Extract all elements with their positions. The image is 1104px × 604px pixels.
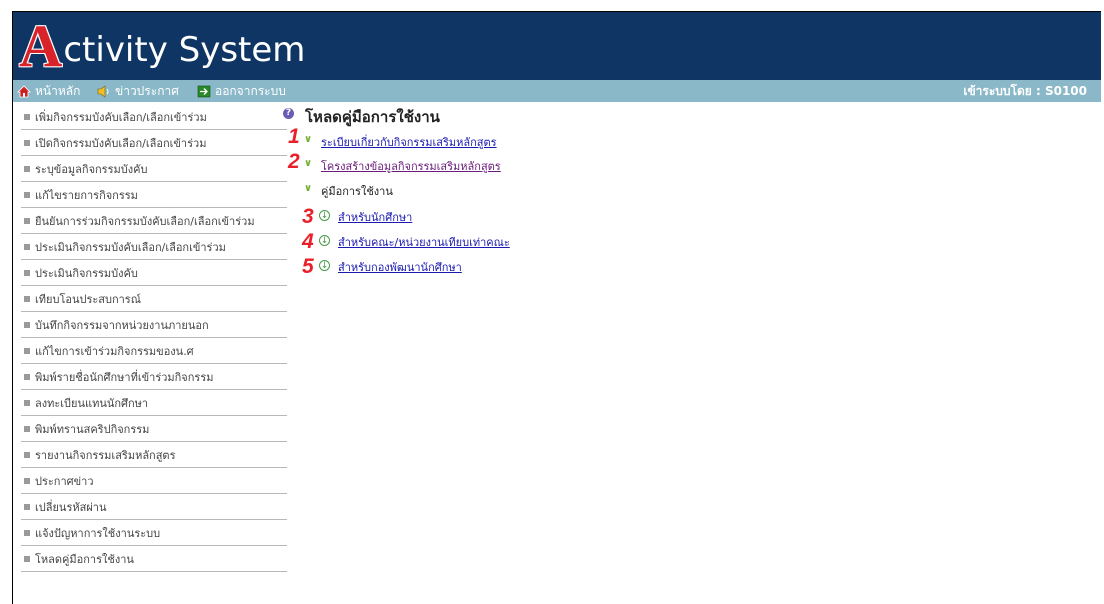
chevron-down-icon: ∨	[304, 183, 313, 194]
bullet-icon	[24, 529, 30, 536]
student-manual-link[interactable]: สำหรับนักศึกษา	[338, 208, 412, 226]
regulations-link[interactable]: ระเบียบเกี่ยวกับกิจกรรมเสริมหลักสูตร	[321, 133, 497, 151]
app-window: A ctivity System หน้าหลัก ข่าวประกาศ ออก…	[12, 11, 1101, 604]
sidebar-item-label: แจ้งปัญหาการใช้งานระบบ	[35, 526, 161, 540]
exit-icon	[197, 85, 211, 98]
bullet-icon	[24, 347, 30, 354]
sidebar-item[interactable]: บันทึกกิจกรรมจากหน่วยงานภายนอก	[21, 312, 287, 338]
sidebar-item-label: ยืนยันการร่วมกิจกรรมบังคับเลือก/เลือกเข้…	[35, 214, 255, 228]
sidebar-item[interactable]: เปลี่ยนรหัสผ่าน	[21, 494, 287, 520]
sidebar-item[interactable]: พิมพ์รายชื่อนักศึกษาที่เข้าร่วมกิจกรรม	[21, 364, 287, 390]
sidebar-item[interactable]: ระบุข้อมูลกิจกรรมบังคับ	[21, 156, 287, 182]
annotation-number: 2	[288, 150, 300, 173]
sidebar-item[interactable]: เทียบโอนประสบการณ์	[21, 286, 287, 312]
login-info: เข้าระบบโดย : S0100	[963, 84, 1087, 98]
bullet-icon	[24, 373, 30, 380]
sidebar-item-label: เปิดกิจกรรมบังคับเลือก/เลือกเข้าร่วม	[35, 136, 207, 150]
sidebar-item[interactable]: ประกาศข่าว	[21, 468, 287, 494]
bullet-icon	[24, 243, 30, 250]
sidebar-item[interactable]: พิมพ์ทรานสคริปกิจกรรม	[21, 416, 287, 442]
sidebar-item[interactable]: โหลดคู่มือการใช้งาน	[21, 546, 287, 572]
main-content: ? โหลดคู่มือการใช้งาน 1 ∨ ระเบียบเกี่ยวก…	[283, 104, 983, 324]
bullet-icon	[24, 269, 30, 276]
sidebar-item[interactable]: ประเมินกิจกรรมบังคับ	[21, 260, 287, 286]
download-icon: ↓	[319, 235, 330, 246]
chevron-down-icon: ∨	[304, 134, 313, 145]
bullet-icon	[24, 477, 30, 484]
chevron-down-icon: ∨	[304, 158, 313, 169]
sidebar-item-label: แก้ไขการเข้าร่วมกิจกรรมของน.ศ	[35, 344, 194, 358]
bullet-icon	[24, 503, 30, 510]
annotation-number: 1	[288, 125, 300, 148]
student-affairs-manual-link[interactable]: สำหรับกองพัฒนานักศึกษา	[338, 258, 462, 276]
nav-news-label: ข่าวประกาศ	[115, 83, 179, 98]
header-banner: A ctivity System	[13, 12, 1101, 80]
sidebar-menu: เพิ่มกิจกรรมบังคับเลือก/เลือกเข้าร่วม เป…	[21, 104, 287, 572]
data-structure-link[interactable]: โครงสร้างข้อมูลกิจกรรมเสริมหลักสูตร	[321, 157, 501, 175]
help-icon: ?	[283, 108, 294, 119]
sidebar-item[interactable]: แก้ไขการเข้าร่วมกิจกรรมของน.ศ	[21, 338, 287, 364]
download-icon: ↓	[319, 210, 330, 221]
faculty-manual-link[interactable]: สำหรับคณะ/หน่วยงานเทียบเท่าคณะ	[338, 233, 510, 251]
page-title: โหลดคู่มือการใช้งาน	[305, 108, 440, 126]
bullet-icon	[24, 113, 30, 120]
nav-news[interactable]: ข่าวประกาศ	[97, 80, 179, 102]
bullet-icon	[24, 451, 30, 458]
home-icon	[17, 84, 31, 98]
sidebar-item-label: เปลี่ยนรหัสผ่าน	[35, 500, 107, 514]
nav-home[interactable]: หน้าหลัก	[17, 80, 80, 102]
bullet-icon	[24, 165, 30, 172]
bullet-icon	[24, 139, 30, 146]
bullet-icon	[24, 555, 30, 562]
sidebar-item-label: ประกาศข่าว	[35, 474, 94, 488]
sidebar-item-label: รายงานกิจกรรมเสริมหลักสูตร	[35, 448, 176, 462]
sidebar-item-label: เทียบโอนประสบการณ์	[35, 292, 141, 306]
sidebar-item-label: พิมพ์ทรานสคริปกิจกรรม	[35, 422, 150, 436]
sidebar-item-label: ลงทะเบียนแทนนักศึกษา	[35, 396, 149, 410]
annotation-number: 4	[302, 230, 314, 253]
nav-logout[interactable]: ออกจากระบบ	[197, 80, 286, 102]
sidebar-item-label: ประเมินกิจกรรมบังคับ	[35, 266, 138, 280]
bullet-icon	[24, 217, 30, 224]
top-navbar: หน้าหลัก ข่าวประกาศ ออกจากระบบ เข้าระบบโ…	[13, 80, 1101, 102]
sidebar-item[interactable]: ลงทะเบียนแทนนักศึกษา	[21, 390, 287, 416]
sidebar-item-label: พิมพ์รายชื่อนักศึกษาที่เข้าร่วมกิจกรรม	[35, 370, 214, 384]
sidebar-item-label: ประเมินกิจกรรมบังคับเลือก/เลือกเข้าร่วม	[35, 240, 226, 254]
sidebar-item-label: ระบุข้อมูลกิจกรรมบังคับ	[35, 162, 148, 176]
annotation-number: 3	[302, 205, 314, 228]
nav-home-label: หน้าหลัก	[35, 83, 81, 98]
annotation-number: 5	[302, 255, 314, 278]
nav-logout-label: ออกจากระบบ	[215, 83, 286, 98]
sidebar-item[interactable]: แก้ไขรายการกิจกรรม	[21, 182, 287, 208]
sidebar-item-label: แก้ไขรายการกิจกรรม	[35, 188, 138, 202]
sidebar-item[interactable]: แจ้งปัญหาการใช้งานระบบ	[21, 520, 287, 546]
logo-letter: A	[19, 13, 63, 79]
bullet-icon	[24, 191, 30, 198]
sidebar-item[interactable]: รายงานกิจกรรมเสริมหลักสูตร	[21, 442, 287, 468]
sidebar-item-label: บันทึกกิจกรรมจากหน่วยงานภายนอก	[35, 318, 209, 332]
sidebar-item[interactable]: ยืนยันการร่วมกิจกรรมบังคับเลือก/เลือกเข้…	[21, 208, 287, 234]
sidebar-item[interactable]: ประเมินกิจกรรมบังคับเลือก/เลือกเข้าร่วม	[21, 234, 287, 260]
bullet-icon	[24, 321, 30, 328]
speaker-icon	[97, 84, 111, 98]
bullet-icon	[24, 295, 30, 302]
manual-label: คู่มือการใช้งาน	[321, 185, 393, 198]
sidebar-item[interactable]: เปิดกิจกรรมบังคับเลือก/เลือกเข้าร่วม	[21, 130, 287, 156]
sidebar-item-label: เพิ่มกิจกรรมบังคับเลือก/เลือกเข้าร่วม	[35, 110, 207, 124]
bullet-icon	[24, 425, 30, 432]
logo-text: ctivity System	[63, 30, 306, 70]
download-icon: ↓	[319, 260, 330, 271]
bullet-icon	[24, 399, 30, 406]
sidebar-item-label: โหลดคู่มือการใช้งาน	[35, 552, 134, 566]
sidebar-item[interactable]: เพิ่มกิจกรรมบังคับเลือก/เลือกเข้าร่วม	[21, 104, 287, 130]
app-logo: A ctivity System	[19, 16, 305, 76]
